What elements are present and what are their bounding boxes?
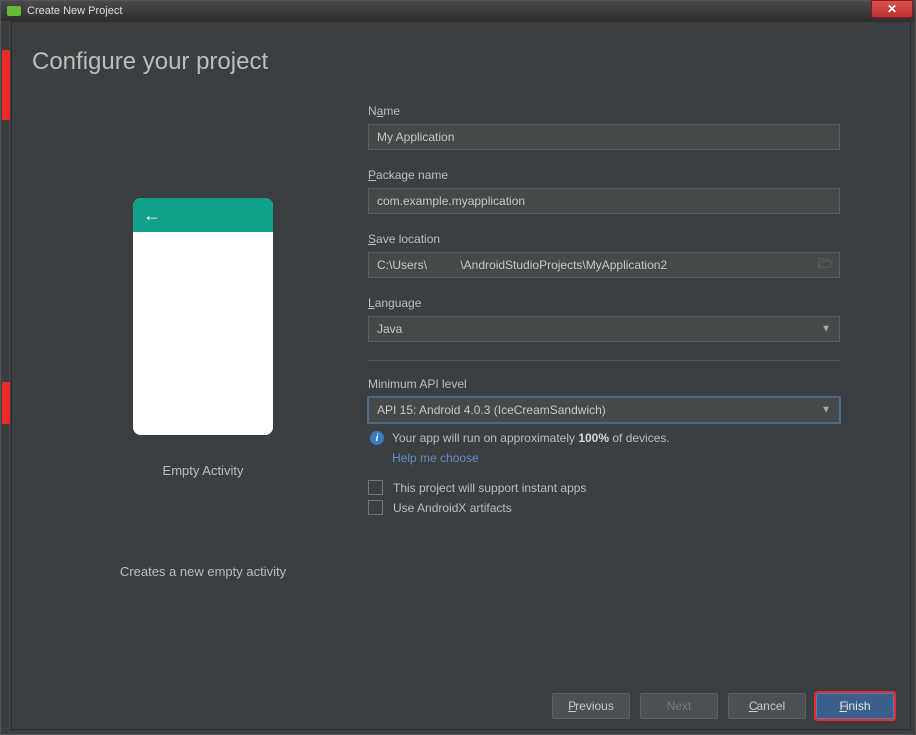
- field-min-api: Minimum API level API 15: Android 4.0.3 …: [368, 377, 884, 423]
- name-input[interactable]: My Application: [368, 124, 840, 150]
- titlebar: Create New Project ✕: [1, 1, 915, 21]
- close-button[interactable]: ✕: [871, 0, 913, 18]
- name-label: Name: [368, 104, 884, 118]
- instant-apps-checkbox[interactable]: [368, 480, 383, 495]
- window-title: Create New Project: [27, 5, 122, 17]
- preview-title: Empty Activity: [163, 463, 244, 478]
- divider: [368, 360, 840, 361]
- min-api-label: Minimum API level: [368, 377, 884, 391]
- instant-apps-row: This project will support instant apps: [368, 480, 884, 495]
- save-location-input[interactable]: C:\Users\ \AndroidStudioProjects\MyAppli…: [368, 252, 840, 278]
- api-info-text: i Your app will run on approximately 100…: [368, 431, 884, 445]
- help-me-choose-link[interactable]: Help me choose: [392, 451, 479, 465]
- browse-folder-icon[interactable]: 🗁: [818, 255, 833, 276]
- back-arrow-icon: ←: [143, 205, 161, 226]
- min-api-select[interactable]: API 15: Android 4.0.3 (IceCreamSandwich)…: [368, 397, 840, 423]
- androidx-row: Use AndroidX artifacts: [368, 500, 884, 515]
- phone-preview: ←: [133, 198, 273, 435]
- chevron-down-icon: ▼: [821, 324, 831, 335]
- save-location-label: Save location: [368, 232, 884, 246]
- language-label: Language: [368, 296, 884, 310]
- window: Create New Project ✕ Configure your proj…: [0, 0, 916, 735]
- preview-body: [133, 232, 273, 435]
- page-title: Configure your project: [12, 22, 910, 76]
- field-save-location: Save location C:\Users\ \AndroidStudioPr…: [368, 232, 884, 278]
- chevron-down-icon: ▼: [821, 405, 831, 416]
- package-label: Package name: [368, 168, 884, 182]
- annotation-marker-2: [2, 382, 10, 424]
- annotation-marker-1: [2, 50, 10, 120]
- language-select[interactable]: Java ▼: [368, 316, 840, 342]
- app-icon: [7, 6, 21, 16]
- preview-description: Creates a new empty activity: [120, 564, 286, 579]
- instant-apps-label: This project will support instant apps: [393, 481, 586, 495]
- form-column: Name My Application Package name com.exa…: [368, 104, 884, 579]
- previous-button[interactable]: Previous: [552, 693, 630, 719]
- field-package: Package name com.example.myapplication: [368, 168, 884, 214]
- finish-button[interactable]: Finish: [816, 693, 894, 719]
- field-name: Name My Application: [368, 104, 884, 150]
- close-icon: ✕: [887, 2, 897, 16]
- field-language: Language Java ▼: [368, 296, 884, 342]
- button-bar: Previous Next Cancel Finish: [552, 693, 894, 719]
- content-area: ← Empty Activity Creates a new empty act…: [12, 76, 910, 579]
- preview-appbar: ←: [133, 198, 273, 232]
- info-icon: i: [370, 431, 384, 445]
- dialog-body: Configure your project ← Empty Activity …: [11, 21, 911, 730]
- androidx-checkbox[interactable]: [368, 500, 383, 515]
- next-button: Next: [640, 693, 718, 719]
- package-input[interactable]: com.example.myapplication: [368, 188, 840, 214]
- androidx-label: Use AndroidX artifacts: [393, 501, 512, 515]
- cancel-button[interactable]: Cancel: [728, 693, 806, 719]
- preview-column: ← Empty Activity Creates a new empty act…: [38, 104, 368, 579]
